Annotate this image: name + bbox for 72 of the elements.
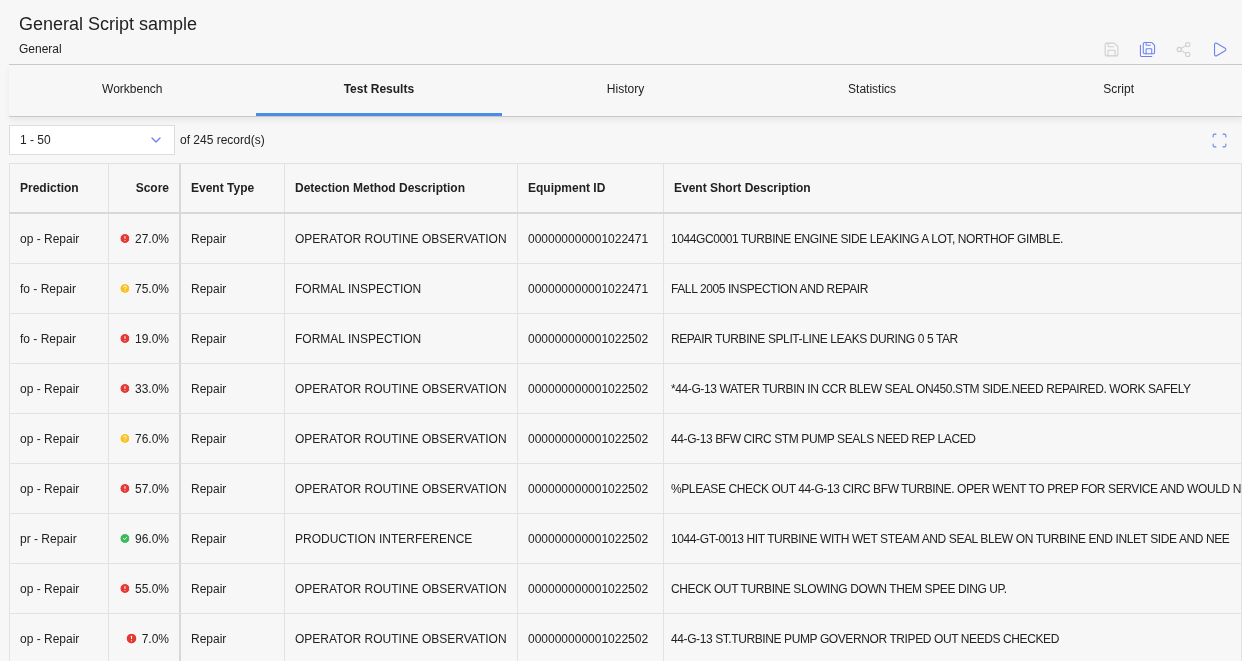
- fullscreen-button[interactable]: [1211, 131, 1228, 149]
- table-cell: 000000000001022502: [518, 414, 664, 463]
- page-title: General Script sample: [19, 13, 198, 36]
- table-cell: op - Repair: [9, 614, 109, 661]
- table-cell-text: 76.0%: [134, 430, 169, 448]
- table-cell: 000000000001022502: [518, 514, 664, 563]
- table-cell: 000000000001022471: [518, 214, 664, 263]
- table-cell: 000000000001022471: [518, 264, 664, 313]
- table-cell: Repair: [181, 214, 285, 263]
- table-cell: pr - Repair: [9, 514, 109, 563]
- table-cell-text: 19.0%: [134, 330, 169, 348]
- column-header[interactable]: Detection Method Description: [285, 164, 518, 212]
- table-cell: op - Repair: [9, 414, 109, 463]
- range-dropdown[interactable]: 1 - 50: [9, 125, 175, 155]
- table-cell: FORMAL INSPECTION: [285, 314, 518, 363]
- table-cell-text: 96.0%: [134, 530, 169, 548]
- table-cell: Repair: [181, 614, 285, 661]
- table-cell: op - Repair: [9, 364, 109, 413]
- table-cell: 000000000001022502: [518, 314, 664, 363]
- column-header[interactable]: Score: [109, 164, 181, 212]
- table-cell-text: 27.0%: [134, 230, 169, 248]
- table-cell: %PLEASE CHECK OUT 44-G-13 CIRC BFW TURBINE. OPER WENT TO PREP FOR SERVICE AND WOULD N: [664, 464, 1242, 513]
- table-cell: 44-G-13 ST.TURBINE PUMP GOVERNOR TRIPED OUT NEEDS CHECKED: [664, 614, 1242, 661]
- table-cell: 1044GC0001 TURBINE ENGINE SIDE LEAKING A LOT, NORTHOF GIMBLE.: [664, 214, 1242, 263]
- table-cell: OPERATOR ROUTINE OBSERVATION: [285, 364, 518, 413]
- column-header[interactable]: Equipment ID: [518, 164, 664, 212]
- table-cell: Repair: [181, 414, 285, 463]
- table-cell: 000000000001022502: [518, 364, 664, 413]
- table-cell: OPERATOR ROUTINE OBSERVATION: [285, 214, 518, 263]
- table-cell: op - Repair: [9, 214, 109, 263]
- table-cell: PRODUCTION INTERFERENCE: [285, 514, 518, 563]
- run-button[interactable]: [1211, 41, 1228, 58]
- table-cell: FALL 2005 INSPECTION AND REPAIR: [664, 264, 1242, 313]
- table-cell: 1044-GT-0013 HIT TURBINE WITH WET STEAM AND SEAL BLEW ON TURBINE END INLET SIDE AND NEE: [664, 514, 1242, 563]
- table-cell-text: 75.0%: [134, 280, 169, 298]
- table-cell: Repair: [181, 364, 285, 413]
- page-subtitle: General: [19, 41, 63, 58]
- table-cell: 000000000001022502: [518, 564, 664, 613]
- tab[interactable]: History: [502, 65, 749, 116]
- table-cell-text: 33.0%: [134, 380, 169, 398]
- table-cell-text: 55.0%: [134, 580, 169, 598]
- table-cell: Repair: [181, 514, 285, 563]
- tab[interactable]: Script: [995, 65, 1242, 116]
- column-header[interactable]: Event Short Description: [664, 164, 1242, 212]
- table-cell: FORMAL INSPECTION: [285, 264, 518, 313]
- table-cell: op - Repair: [9, 464, 109, 513]
- table-cell-text: 7.0%: [141, 630, 169, 648]
- table-cell: 44-G-13 BFW CIRC STM PUMP SEALS NEED REP LACED: [664, 414, 1242, 463]
- table-cell: fo - Repair: [9, 264, 109, 313]
- table-cell: *44-G-13 WATER TURBIN IN CCR BLEW SEAL ON450.STM SIDE.NEED REPAIRED. WORK SAFELY: [664, 364, 1242, 413]
- table-cell: Repair: [181, 264, 285, 313]
- tab[interactable]: Statistics: [748, 65, 996, 116]
- table-cell: OPERATOR ROUTINE OBSERVATION: [285, 614, 518, 661]
- column-header[interactable]: Prediction: [9, 164, 109, 212]
- table-cell-text: 57.0%: [134, 480, 169, 498]
- save-as-button[interactable]: [1139, 41, 1156, 58]
- table-cell: 000000000001022502: [518, 614, 664, 661]
- tab[interactable]: Test Results: [255, 65, 503, 116]
- table-cell: fo - Repair: [9, 314, 109, 363]
- table-cell: 000000000001022502: [518, 464, 664, 513]
- record-count: of 245 record(s): [180, 132, 265, 149]
- table-cell: CHECK OUT TURBINE SLOWING DOWN THEM SPEE DING UP.: [664, 564, 1242, 613]
- table-cell: OPERATOR ROUTINE OBSERVATION: [285, 464, 518, 513]
- table-cell: op - Repair: [9, 564, 109, 613]
- table-cell: OPERATOR ROUTINE OBSERVATION: [285, 414, 518, 463]
- table-cell: REPAIR TURBINE SPLIT-LINE LEAKS DURING 0 5 TAR: [664, 314, 1242, 363]
- tab[interactable]: Workbench: [9, 65, 256, 116]
- column-header[interactable]: Event Type: [181, 164, 285, 212]
- table-cell: Repair: [181, 564, 285, 613]
- table-cell: OPERATOR ROUTINE OBSERVATION: [285, 564, 518, 613]
- table-cell: Repair: [181, 464, 285, 513]
- table-cell: Repair: [181, 314, 285, 363]
